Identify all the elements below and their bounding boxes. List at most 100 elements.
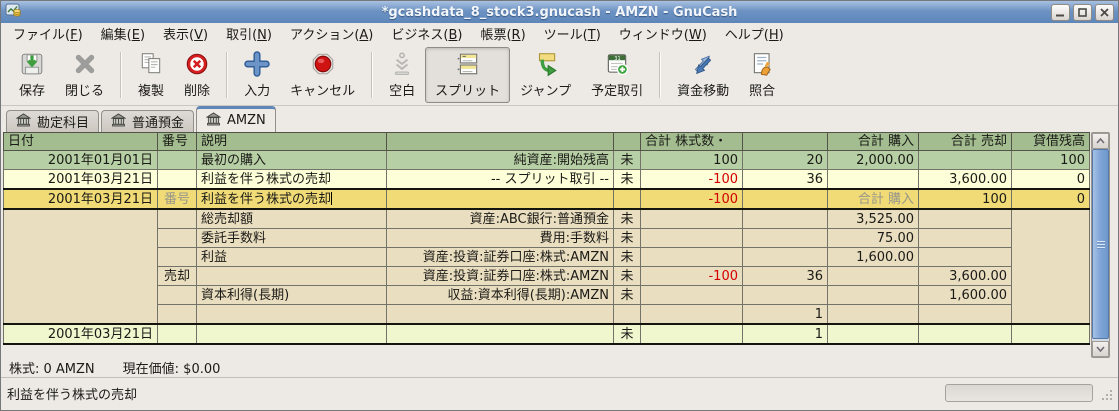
cell-action[interactable]: 売却 xyxy=(157,266,197,286)
cell-account[interactable]: 資産:ABC銀行:普通預金 xyxy=(386,208,614,229)
cell-buy[interactable] xyxy=(827,169,919,190)
cell-transfer[interactable]: 純資産:開始残高 xyxy=(386,150,614,170)
cell-shares[interactable]: 100 xyxy=(640,150,743,170)
tab-amzn[interactable]: AMZN xyxy=(196,106,276,132)
save-button[interactable]: 保存 xyxy=(9,47,55,103)
cell-buy[interactable] xyxy=(827,266,919,286)
cell-price[interactable] xyxy=(742,285,828,305)
cell-shares[interactable]: -100 xyxy=(640,188,743,210)
col-header-buy[interactable]: 合計 購入 xyxy=(827,132,919,151)
resize-grip[interactable] xyxy=(1101,389,1114,406)
cell-memo[interactable]: 資本利得(長期) xyxy=(196,285,387,305)
cell-sell[interactable] xyxy=(918,247,1012,267)
menu-item-edit[interactable]: 編集(E) xyxy=(92,23,154,44)
cell-memo[interactable] xyxy=(196,266,387,286)
cell-action[interactable] xyxy=(157,285,197,305)
cell-account[interactable]: 資産:投資:証券口座:株式:AMZN xyxy=(386,266,614,286)
cell-shares[interactable] xyxy=(640,228,743,248)
cell-shares[interactable]: -100 xyxy=(640,266,743,286)
col-header-reconcile[interactable] xyxy=(613,132,641,151)
cell-price[interactable] xyxy=(742,188,828,210)
cell-description[interactable]: 利益を伴う株式の売却 xyxy=(196,169,387,190)
cell-balance[interactable]: 0 xyxy=(1011,188,1090,210)
duplicate-button[interactable]: 複製 xyxy=(128,47,174,103)
cell-memo[interactable]: 総売却額 xyxy=(196,208,387,229)
menu-item-file[interactable]: ファイル(F) xyxy=(4,23,92,44)
jump-button[interactable]: ジャンプ xyxy=(510,47,581,103)
col-header-sell[interactable]: 合計 売却 xyxy=(918,132,1012,151)
col-header-price[interactable] xyxy=(742,132,828,151)
cell-balance[interactable]: 0 xyxy=(1011,169,1090,190)
cell-buy[interactable]: 1,600.00 xyxy=(827,247,919,267)
menu-item-actions[interactable]: アクション(A) xyxy=(281,23,382,44)
cell-price[interactable] xyxy=(742,208,828,229)
cell-buy[interactable]: 2,000.00 xyxy=(827,150,919,170)
cell-action[interactable] xyxy=(157,304,197,325)
cell-account[interactable] xyxy=(386,304,614,325)
cell-sell[interactable]: 1,600.00 xyxy=(918,285,1012,305)
cell-date[interactable]: 2001年03月21日 xyxy=(3,323,158,345)
cell-memo[interactable] xyxy=(196,304,387,325)
cell-shares[interactable]: -100 xyxy=(640,169,743,190)
col-header-shares[interactable]: 合計 株式数・ xyxy=(640,132,743,151)
cell-sell[interactable] xyxy=(918,150,1012,170)
tab-savings[interactable]: 普通預金 xyxy=(101,110,195,132)
scrollbar-thumb[interactable] xyxy=(1092,149,1109,339)
menu-item-tools[interactable]: ツール(T) xyxy=(535,23,610,44)
cell-date[interactable]: 2001年03月21日 xyxy=(3,188,158,210)
cell-shares[interactable] xyxy=(640,323,743,345)
cell-price[interactable]: 1 xyxy=(742,304,828,325)
cell-price[interactable]: 36 xyxy=(742,266,828,286)
cell-num[interactable] xyxy=(157,323,197,345)
maximize-button[interactable] xyxy=(1073,3,1092,21)
cell-num-placeholder[interactable]: 番号 xyxy=(157,188,197,210)
scrollbar-track[interactable] xyxy=(1092,149,1109,341)
scroll-up-button[interactable] xyxy=(1092,133,1109,149)
cell-account[interactable]: 収益:資本利得(長期):AMZN xyxy=(386,285,614,305)
cell-reconcile[interactable]: 未 xyxy=(613,266,641,286)
scroll-down-button[interactable] xyxy=(1092,341,1109,357)
menu-item-business[interactable]: ビジネス(B) xyxy=(382,23,471,44)
cell-price[interactable] xyxy=(742,247,828,267)
cell-num[interactable] xyxy=(157,169,197,190)
cell-price[interactable]: 36 xyxy=(742,169,828,190)
cell-reconcile[interactable]: 未 xyxy=(613,169,641,190)
cell-reconcile[interactable]: 未 xyxy=(613,208,641,229)
cell-balance[interactable]: 100 xyxy=(1011,150,1090,170)
cell-buy[interactable] xyxy=(827,323,919,345)
cell-description[interactable]: 最初の購入 xyxy=(196,150,387,170)
titlebar[interactable]: *gcashdata_8_stock3.gnucash - AMZN - Gnu… xyxy=(1,1,1118,23)
tab-accounts[interactable]: 勘定科目 xyxy=(6,110,100,132)
cell-sell[interactable] xyxy=(918,323,1012,345)
menu-item-view[interactable]: 表示(V) xyxy=(154,23,217,44)
cell-buy-placeholder[interactable]: 合計 購入 xyxy=(827,188,919,210)
cell-reconcile[interactable]: 未 xyxy=(613,247,641,267)
transfer-button[interactable]: 資金移動 xyxy=(667,47,739,103)
cell-shares[interactable] xyxy=(640,247,743,267)
col-header-description[interactable]: 説明 xyxy=(196,132,387,151)
cell-num[interactable] xyxy=(157,150,197,170)
cell-date[interactable]: 2001年03月21日 xyxy=(3,169,158,190)
minimize-button[interactable] xyxy=(1051,3,1070,21)
delete-button[interactable]: 削除 xyxy=(174,47,220,103)
cell-account[interactable]: 資産:投資:証券口座:株式:AMZN xyxy=(386,247,614,267)
cell-sell[interactable]: 3,600.00 xyxy=(918,169,1012,190)
cell-account[interactable]: 費用:手数料 xyxy=(386,228,614,248)
col-header-transfer[interactable] xyxy=(386,132,614,151)
cell-description[interactable] xyxy=(196,323,387,345)
split-button[interactable]: スプリット xyxy=(425,46,511,103)
cell-reconcile[interactable]: 未 xyxy=(613,285,641,305)
menu-item-windows[interactable]: ウィンドウ(W) xyxy=(610,23,716,44)
cell-shares[interactable] xyxy=(640,208,743,229)
enter-button[interactable]: 入力 xyxy=(234,47,280,103)
cell-reconcile[interactable]: 未 xyxy=(613,150,641,170)
menu-item-help[interactable]: ヘルプ(H) xyxy=(716,23,793,44)
vertical-scrollbar[interactable] xyxy=(1091,132,1110,358)
cell-memo[interactable]: 利益 xyxy=(196,247,387,267)
cell-action[interactable] xyxy=(157,228,197,248)
cell-reconcile[interactable]: 未 xyxy=(613,323,641,345)
cell-transfer[interactable]: -- スプリット取引 -- xyxy=(386,169,614,190)
blank-button[interactable]: 空白 xyxy=(379,47,425,103)
cell-sell[interactable] xyxy=(918,208,1012,229)
col-header-num[interactable]: 番号 xyxy=(157,132,197,151)
